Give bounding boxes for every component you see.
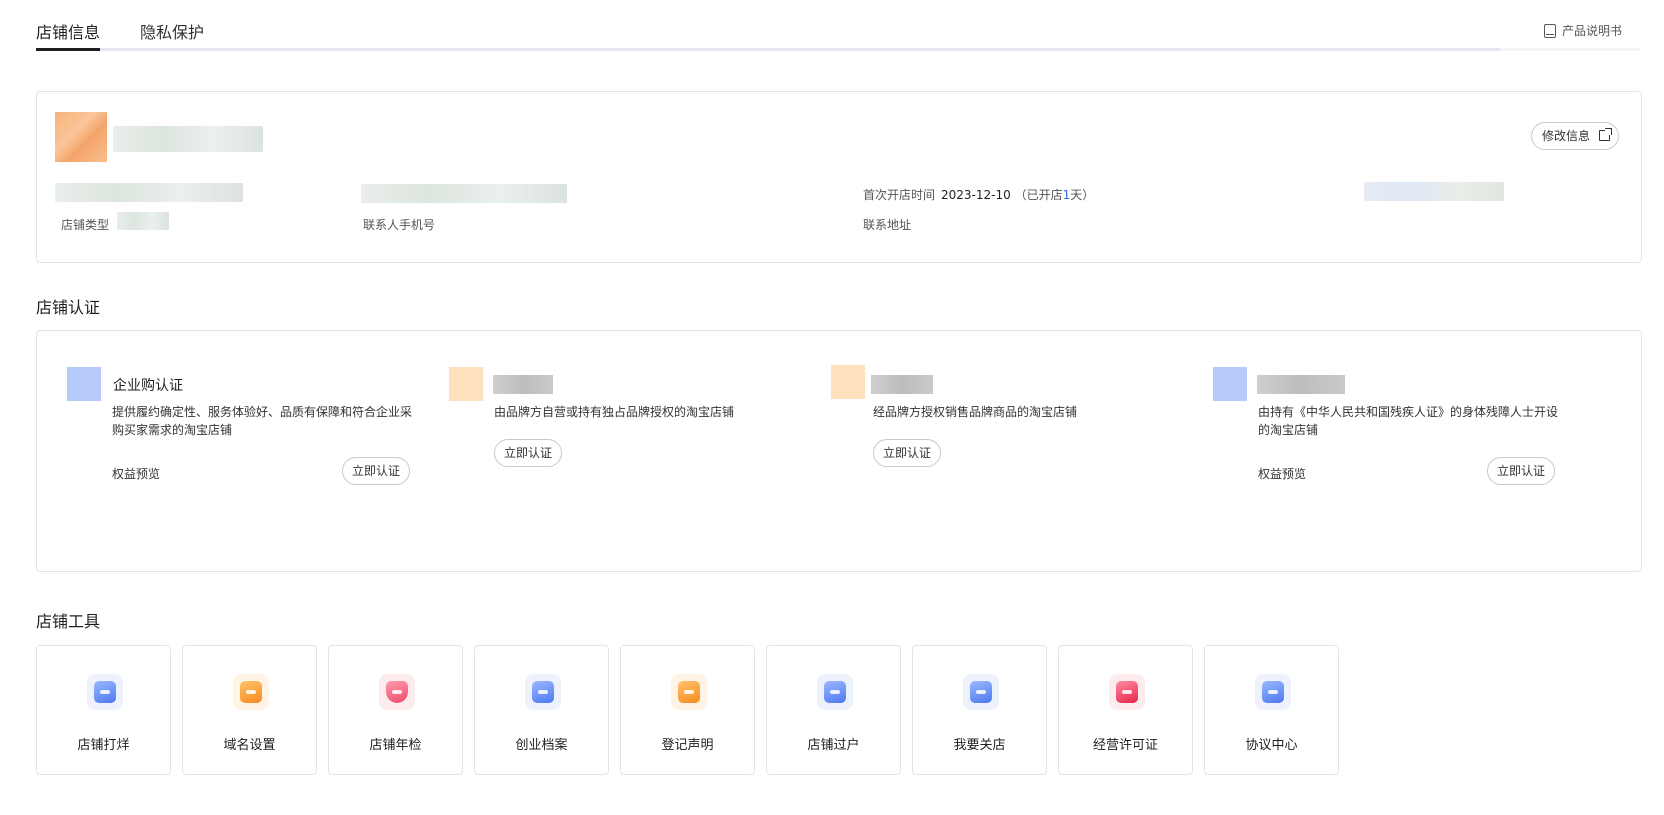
contact-phone-value-redacted <box>361 184 567 203</box>
shop-type-label: 店铺类型 <box>61 218 110 232</box>
shop-close-icon <box>87 674 123 710</box>
tab-bar: 店铺信息 隐私保护 产品说明书 <box>36 0 1640 54</box>
certify-now-button[interactable]: 立即认证 <box>342 457 411 485</box>
tool-shop-close[interactable]: 店铺打烊 <box>36 645 171 775</box>
opened-suffix: 天） <box>1070 188 1095 202</box>
edit-info-button[interactable]: 修改信息 <box>1530 122 1619 150</box>
cert-title-redacted <box>493 375 553 394</box>
license-folder-icon <box>1109 674 1145 710</box>
tab-shop-info[interactable]: 店铺信息 <box>36 19 100 43</box>
tool-shop-transfer[interactable]: 店铺过户 <box>766 645 901 775</box>
tool-annual-inspection[interactable]: 店铺年检 <box>328 645 463 775</box>
active-tab-indicator <box>36 48 100 51</box>
tool-label: 店铺过户 <box>807 738 860 753</box>
tool-label: 域名设置 <box>223 738 276 753</box>
tool-label: 登记声明 <box>661 738 714 753</box>
tool-startup-archive[interactable]: 创业档案 <box>474 645 609 775</box>
book-icon <box>1543 23 1556 38</box>
certification-section-title: 店铺认证 <box>36 298 101 317</box>
certify-now-button[interactable]: 立即认证 <box>1487 457 1556 485</box>
tool-label: 店铺打烊 <box>77 738 130 753</box>
opened-prefix: （已开店 <box>1014 188 1063 202</box>
cert-title-redacted <box>1257 375 1345 394</box>
external-link-icon <box>1599 128 1612 141</box>
product-manual-label: 产品说明书 <box>1561 24 1622 38</box>
tab-privacy[interactable]: 隐私保护 <box>140 19 204 43</box>
domain-icon <box>233 674 269 710</box>
transfer-icon <box>817 674 853 710</box>
shop-info-card: 修改信息 首次开店时间 2023-12-10 （已开店1天） 店铺类型 联系人手机… <box>36 91 1642 263</box>
first-open-date: 2023-12-10 <box>941 188 1011 202</box>
tool-business-license[interactable]: 经营许可证 <box>1058 645 1193 775</box>
cert-desc: 由持有《中华人民共和国残疾人证》的身体残障人士开设的淘宝店铺 <box>1258 405 1559 437</box>
product-manual-link[interactable]: 产品说明书 <box>1543 22 1622 39</box>
authorized-cert-icon <box>831 365 865 399</box>
archive-icon <box>525 674 561 710</box>
address-value-redacted <box>1364 182 1504 201</box>
cert-title: 企业购认证 <box>113 378 183 394</box>
tool-label: 经营许可证 <box>1092 738 1158 753</box>
register-icon <box>671 674 707 710</box>
tab-underline <box>36 48 1640 51</box>
shop-type-tag-redacted <box>117 212 169 230</box>
shop-settings-page: 店铺信息 隐私保护 产品说明书 修改信息 首次开店时间 2023-12-10 （已… <box>0 0 1664 815</box>
tool-label: 协议中心 <box>1245 738 1298 753</box>
tool-label: 我要关店 <box>953 738 1006 753</box>
brand-cert-icon <box>449 367 483 401</box>
enterprise-cert-icon <box>67 367 101 401</box>
shop-name-redacted <box>113 126 263 152</box>
shield-search-icon <box>379 674 415 710</box>
edit-info-label: 修改信息 <box>1541 129 1590 143</box>
cert-title-redacted <box>871 375 933 394</box>
first-open-time: 首次开店时间 2023-12-10 （已开店1天） <box>863 186 1094 203</box>
tools-section-title: 店铺工具 <box>36 612 101 631</box>
cert-desc: 由品牌方自营或持有独占品牌授权的淘宝店铺 <box>494 405 735 419</box>
tool-domain-settings[interactable]: 域名设置 <box>182 645 317 775</box>
cert-desc: 经品牌方授权销售品牌商品的淘宝店铺 <box>873 405 1078 419</box>
close-shop-card-icon <box>963 674 999 710</box>
tool-close-shop[interactable]: 我要关店 <box>912 645 1047 775</box>
contact-address-label: 联系地址 <box>863 218 912 232</box>
tool-registration-statement[interactable]: 登记声明 <box>620 645 755 775</box>
contact-phone-label: 联系人手机号 <box>363 218 436 232</box>
tool-agreement-center[interactable]: 协议中心 <box>1204 645 1339 775</box>
disabled-owner-cert-icon <box>1213 367 1247 401</box>
shop-avatar <box>55 112 107 162</box>
certification-card: 企业购认证 提供履约确定性、服务体验好、品质有保障和符合企业采购买家需求的淘宝店… <box>36 330 1642 572</box>
tool-label: 创业档案 <box>515 738 568 753</box>
cert-desc: 提供履约确定性、服务体验好、品质有保障和符合企业采购买家需求的淘宝店铺 <box>112 405 413 437</box>
benefit-preview-link[interactable]: 权益预览 <box>1258 465 1306 482</box>
certify-now-button[interactable]: 立即认证 <box>873 439 942 467</box>
certify-now-button[interactable]: 立即认证 <box>494 439 563 467</box>
underline-fade <box>1500 48 1640 51</box>
shop-type-value-redacted <box>55 183 243 202</box>
benefit-preview-link[interactable]: 权益预览 <box>112 465 160 482</box>
first-open-label: 首次开店时间 <box>863 188 936 202</box>
tool-label: 店铺年检 <box>369 738 422 753</box>
agreement-icon <box>1255 674 1291 710</box>
